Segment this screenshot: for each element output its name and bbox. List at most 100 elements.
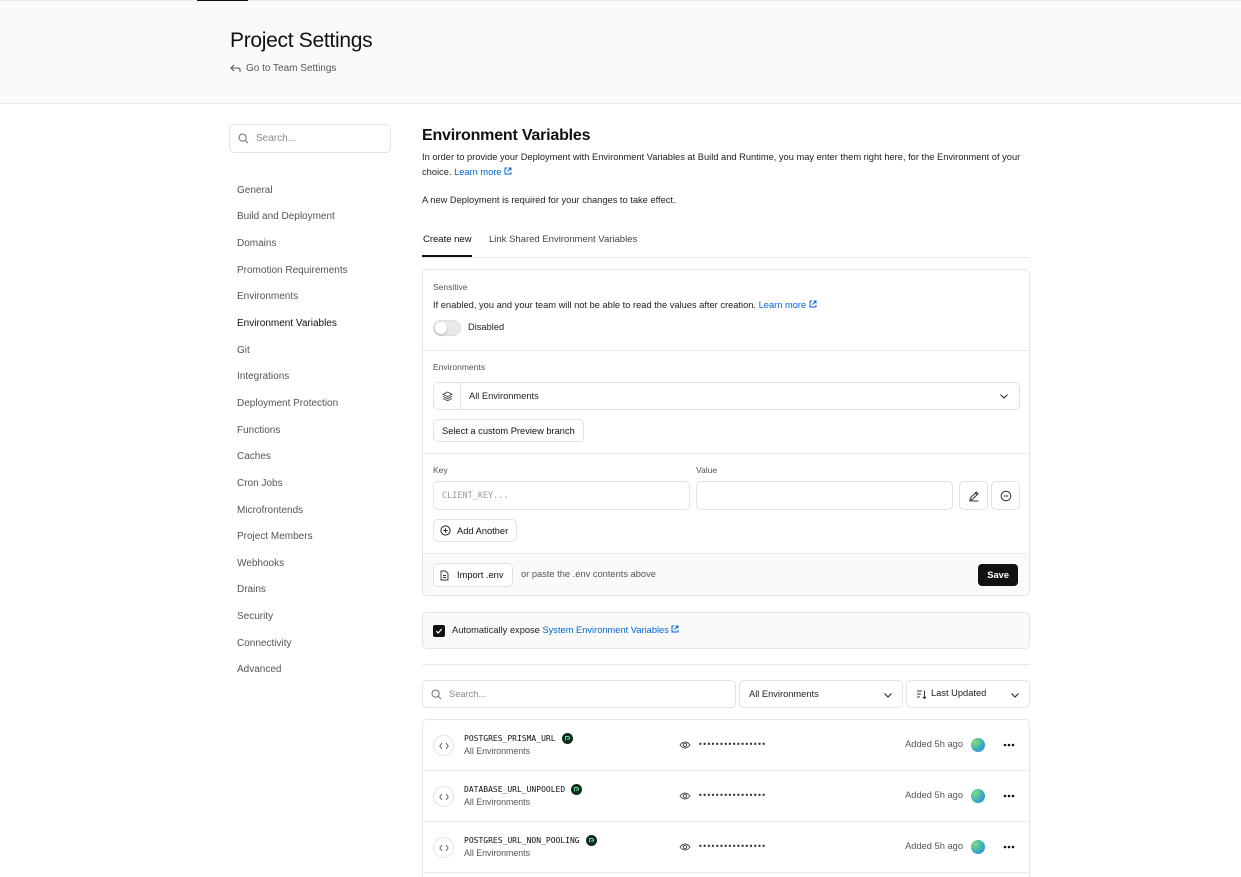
eye-icon[interactable]	[679, 791, 691, 801]
save-button[interactable]: Save	[978, 564, 1018, 586]
sidebar-item-project-members[interactable]: Project Members	[237, 531, 313, 542]
custom-preview-branch-button[interactable]: Select a custom Preview branch	[433, 419, 584, 442]
env-var-row[interactable]: POSTGRES_PRISMA_URL All Environments •••…	[423, 720, 1029, 771]
more-horizontal-icon	[1003, 743, 1015, 747]
tab-link-shared-env-vars[interactable]: Link Shared Environment Variables	[489, 234, 637, 245]
more-horizontal-icon	[1003, 794, 1015, 798]
env-var-list: POSTGRES_PRISMA_URL All Environments •••…	[422, 719, 1030, 877]
page-header: Project Settings Go to Team Settings	[0, 1, 1241, 104]
sort-dropdown[interactable]: Last Updated	[906, 680, 1030, 708]
layers-icon-box	[434, 383, 461, 409]
system-env-vars-link[interactable]: System Environment Variables	[542, 625, 679, 635]
sidebar-item-environments[interactable]: Environments	[237, 291, 298, 302]
added-time: Added 5h ago	[905, 841, 963, 851]
edit-value-button[interactable]	[959, 481, 988, 510]
sidebar-item-integrations[interactable]: Integrations	[237, 371, 289, 382]
add-another-button[interactable]: Add Another	[433, 519, 518, 542]
sidebar-item-caches[interactable]: Caches	[237, 451, 271, 462]
section-description: In order to provide your Deployment with…	[422, 150, 1032, 180]
create-env-var-form: Sensitive If enabled, you and your team …	[422, 269, 1030, 596]
code-icon	[433, 837, 454, 858]
env-var-key-text: POSTGRES_URL_NON_POOLING	[464, 836, 580, 845]
avatar	[971, 840, 985, 854]
back-to-team-settings-link[interactable]: Go to Team Settings	[230, 63, 336, 74]
section-title: Environment Variables	[422, 127, 591, 144]
file-icon	[440, 570, 449, 580]
env-list-search-input[interactable]	[449, 689, 719, 699]
sidebar-item-functions[interactable]: Functions	[237, 425, 280, 436]
sensitive-toggle[interactable]	[433, 320, 461, 336]
added-time: Added 5h ago	[905, 739, 963, 749]
toggle-knob	[435, 322, 447, 334]
more-options-button[interactable]	[1001, 737, 1017, 753]
sidebar-item-cron-jobs[interactable]: Cron Jobs	[237, 478, 283, 489]
code-icon	[433, 735, 454, 756]
sidebar-item-webhooks[interactable]: Webhooks	[237, 558, 284, 569]
pencil-icon	[968, 490, 979, 501]
environments-select-value: All Environments	[469, 391, 539, 401]
sidebar-item-security[interactable]: Security	[237, 611, 273, 622]
eye-icon[interactable]	[679, 740, 691, 750]
active-tab-indicator	[422, 255, 472, 257]
expose-label-text: Automatically expose	[452, 625, 540, 635]
tab-bar: Create new Link Shared Environment Varia…	[422, 230, 1030, 258]
learn-more-label: Learn more	[454, 167, 502, 177]
eye-icon[interactable]	[679, 842, 691, 852]
remove-row-button[interactable]	[991, 481, 1020, 510]
key-input[interactable]	[433, 481, 690, 510]
env-filter-dropdown[interactable]: All Environments	[739, 680, 903, 708]
form-footer: Import .env or paste the .env contents a…	[423, 553, 1029, 595]
expose-system-vars-card: Automatically expose System Environment …	[422, 612, 1030, 649]
learn-more-link[interactable]: Learn more	[454, 167, 512, 177]
env-var-row[interactable]: DATABASE_URL_UNPOOLED All Environments •…	[423, 771, 1029, 822]
env-filter-value: All Environments	[749, 689, 819, 699]
sidebar-item-build-and-deployment[interactable]: Build and Deployment	[237, 211, 335, 222]
sidebar-item-connectivity[interactable]: Connectivity	[237, 638, 291, 649]
deployment-note: A new Deployment is required for your ch…	[422, 195, 676, 205]
sidebar-item-git[interactable]: Git	[237, 345, 250, 356]
environments-select[interactable]: All Environments	[433, 382, 1020, 410]
sidebar-item-microfrontends[interactable]: Microfrontends	[237, 505, 303, 516]
env-list-search[interactable]	[422, 680, 736, 708]
sensitive-learn-more-link[interactable]: Learn more	[759, 300, 817, 310]
plus-circle-icon	[440, 525, 451, 536]
divider	[422, 664, 1030, 665]
search-icon	[431, 688, 442, 699]
external-link-icon	[671, 625, 679, 633]
back-arrow-icon	[230, 64, 241, 72]
system-env-vars-label: System Environment Variables	[542, 625, 669, 635]
sidebar-item-general[interactable]: General	[237, 185, 273, 196]
sidebar-item-advanced[interactable]: Advanced	[237, 664, 281, 675]
sidebar-item-domains[interactable]: Domains	[237, 238, 276, 249]
import-env-button[interactable]: Import .env	[433, 563, 513, 587]
more-options-button[interactable]	[1001, 788, 1017, 804]
sidebar-search-input[interactable]	[256, 133, 376, 144]
divider	[423, 453, 1029, 454]
sidebar-item-drains[interactable]: Drains	[237, 584, 266, 595]
env-var-key-text: POSTGRES_PRISMA_URL	[464, 734, 556, 743]
minus-circle-icon	[1000, 490, 1011, 501]
integration-badge-icon	[571, 784, 583, 795]
avatar	[971, 789, 985, 803]
added-time: Added 5h ago	[905, 790, 963, 800]
value-label: Value	[696, 465, 718, 475]
add-another-label: Add Another	[457, 525, 509, 536]
layers-icon	[441, 390, 453, 401]
masked-value: ••••••••••••••••	[698, 740, 766, 749]
sidebar-item-environment-variables[interactable]: Environment Variables	[237, 318, 337, 329]
check-icon	[435, 628, 443, 634]
sidebar-item-promotion-requirements[interactable]: Promotion Requirements	[237, 265, 348, 276]
more-horizontal-icon	[1003, 845, 1015, 849]
sidebar-search[interactable]	[229, 124, 391, 153]
masked-value: ••••••••••••••••	[698, 842, 766, 851]
chevron-down-icon	[1000, 394, 1008, 399]
key-label: Key	[433, 465, 448, 475]
sidebar-item-deployment-protection[interactable]: Deployment Protection	[237, 398, 338, 409]
value-input[interactable]	[696, 481, 953, 510]
code-icon	[433, 786, 454, 807]
tab-create-new[interactable]: Create new	[423, 234, 472, 245]
expose-checkbox[interactable]	[433, 625, 445, 637]
more-options-button[interactable]	[1001, 839, 1017, 855]
env-var-row[interactable]: POSTGRES_URL_NON_POOLING All Environment…	[423, 822, 1029, 873]
sensitive-label: Sensitive	[433, 282, 468, 292]
